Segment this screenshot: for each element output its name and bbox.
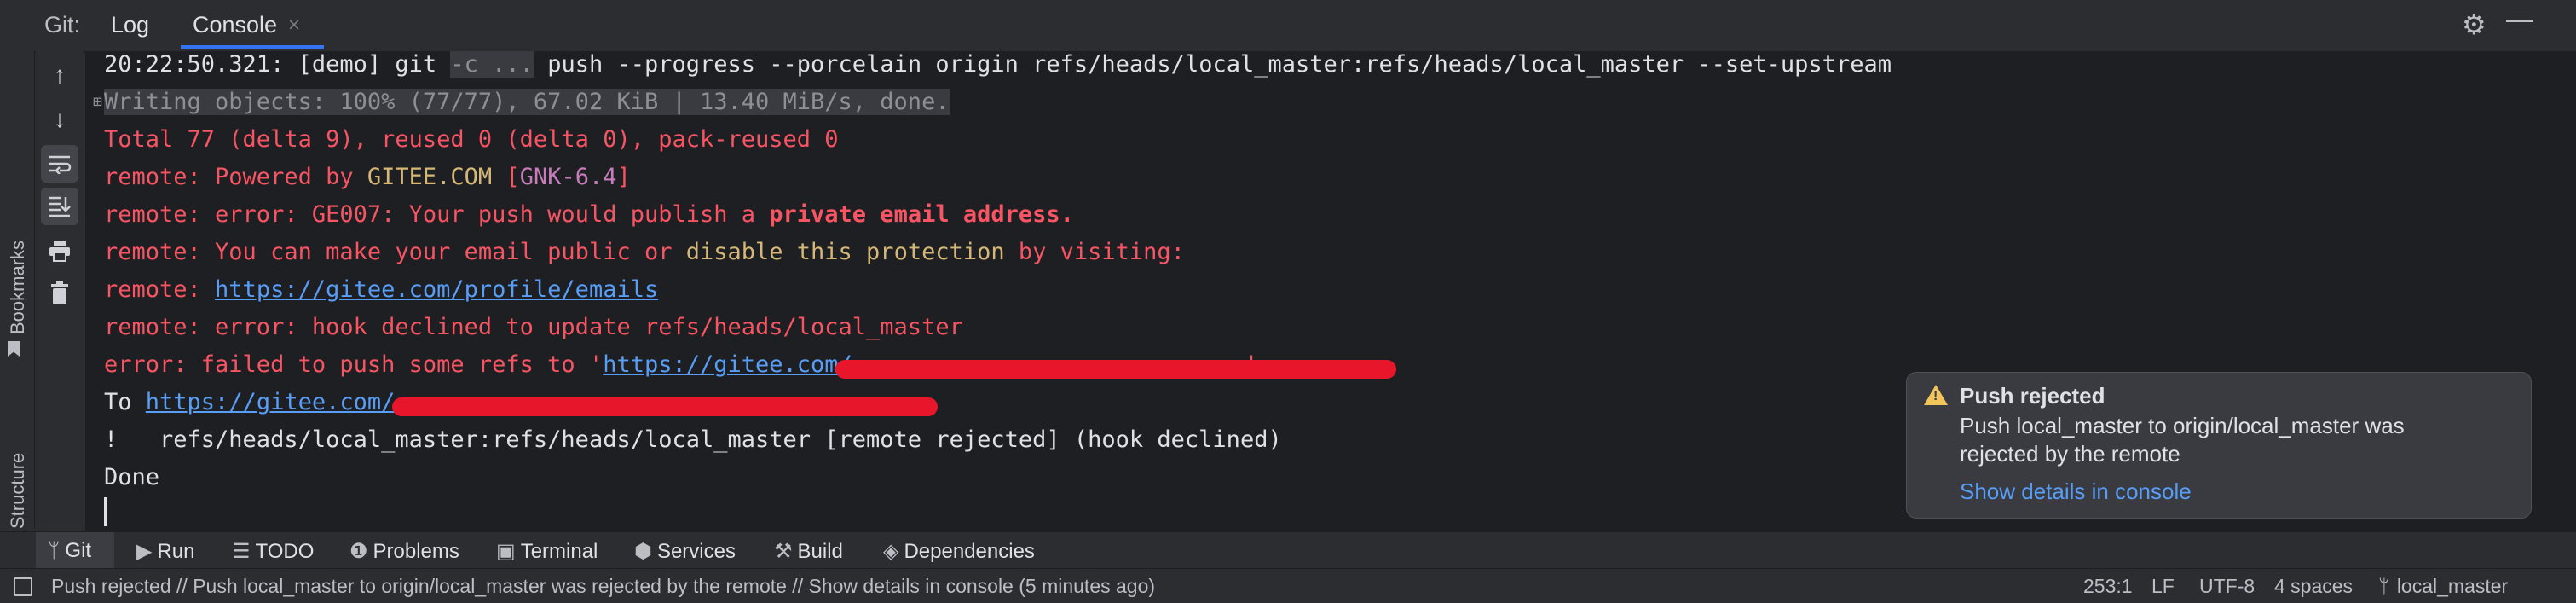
list-icon: ☰ <box>232 540 251 563</box>
console-toolbar: ↑ ↓ <box>36 51 84 529</box>
tool-window-bar: ᛘ Git ▶ Run ☰ TODO ❶ Problems ▣ Terminal ⬢ Ser… <box>0 531 2576 570</box>
terminal-icon: ▣ <box>496 540 516 563</box>
left-panel-strip: Bookmarks Structure <box>0 51 35 555</box>
console-line: Total 77 (delta 9), reused 0 (delta 0), … <box>104 126 839 153</box>
close-tab-icon[interactable]: × <box>288 14 300 38</box>
console-line: remote: error: GE007: Your push would pu… <box>104 201 1074 228</box>
expand-toggle-icon[interactable]: ⊞ <box>93 93 102 111</box>
minimize-icon[interactable]: — <box>2506 3 2533 35</box>
bookmarks-panel-label[interactable]: Bookmarks <box>7 241 29 334</box>
console-line: ⊞ Writing objects: 100% (77/77), 67.02 Ki… <box>93 89 950 115</box>
notification-title: Push rejected <box>1960 383 2105 409</box>
profile-emails-link[interactable]: https://gitee.com/profile/emails <box>215 276 658 303</box>
console-line: 20:22:50.321: [demo] git -c ... push --p… <box>104 51 1892 78</box>
tab-console[interactable]: Console <box>193 12 277 38</box>
console-line: remote: You can make your email public o… <box>104 239 1185 265</box>
warning-icon-mark: ! <box>1933 389 1938 403</box>
hammer-icon: ⚒ <box>774 540 793 563</box>
active-tab-indicator <box>181 45 324 49</box>
remote-repo-link[interactable]: https://gitee.com/ <box>603 351 852 378</box>
tool-tab-problems[interactable]: ❶ Problems <box>349 539 459 564</box>
indent-setting[interactable]: 4 spaces <box>2274 575 2353 598</box>
console-line: remote: error: hook declined to update r… <box>104 314 963 340</box>
tool-tab-todo[interactable]: ☰ TODO <box>232 539 314 564</box>
console-line: Done <box>104 464 160 490</box>
caret-position[interactable]: 253:1 <box>2083 575 2133 598</box>
tool-tab-build[interactable]: ⚒ Build <box>774 539 843 564</box>
status-panel-icon[interactable] <box>14 577 32 596</box>
tool-tab-services[interactable]: ⬢ Services <box>634 539 736 564</box>
console-line: remote: https://gitee.com/profile/emails <box>104 276 659 303</box>
console-line: remote: Powered by GITEE.COM [GNK-6.4] <box>104 164 631 190</box>
tool-tab-dependencies[interactable]: ◈ Dependencies <box>883 539 1035 564</box>
branch-widget[interactable]: ᛘ local_master <box>2378 575 2508 598</box>
layers-icon: ◈ <box>883 540 899 563</box>
notification-body: Push local_master to origin/local_master… <box>1960 413 2405 467</box>
tool-tab-run[interactable]: ▶ Run <box>136 539 195 564</box>
tool-tab-terminal[interactable]: ▣ Terminal <box>496 539 598 564</box>
git-branch-icon: ᛘ <box>48 539 61 562</box>
tool-tab-git[interactable]: ᛘ Git <box>48 539 91 563</box>
show-details-link[interactable]: Show details in console <box>1960 478 2192 505</box>
git-branch-icon: ᛘ <box>2378 575 2390 597</box>
play-icon: ▶ <box>136 540 153 563</box>
scroll-up-icon[interactable]: ↑ <box>41 56 78 94</box>
status-bar: Push rejected // Push local_master to or… <box>0 568 2576 603</box>
structure-panel-label[interactable]: Structure <box>7 453 29 529</box>
line-ending[interactable]: LF <box>2151 575 2175 598</box>
redaction-mark <box>392 397 938 416</box>
tool-window-header: Git: Log Console × ⚙ — <box>0 0 2576 53</box>
text-cursor <box>104 497 107 526</box>
services-icon: ⬢ <box>634 540 652 563</box>
soft-wrap-icon[interactable] <box>41 145 78 183</box>
console-line: ! refs/heads/local_master:refs/heads/loc… <box>104 426 1282 453</box>
push-rejected-notification[interactable]: ! Push rejected Push local_master to ori… <box>1906 372 2532 519</box>
scroll-down-icon[interactable]: ↓ <box>41 101 78 138</box>
trash-icon[interactable] <box>41 275 78 312</box>
tab-log[interactable]: Log <box>111 12 149 38</box>
bookmark-icon[interactable] <box>8 341 20 357</box>
remote-repo-link[interactable]: https://gitee.com/ <box>146 389 396 415</box>
scroll-to-end-icon[interactable] <box>41 188 78 225</box>
warning-icon: ❶ <box>349 540 368 563</box>
redaction-mark <box>835 360 1396 379</box>
print-icon[interactable] <box>41 232 78 270</box>
gear-icon[interactable]: ⚙ <box>2462 9 2486 41</box>
file-encoding[interactable]: UTF-8 <box>2199 575 2255 598</box>
tool-window-title: Git: <box>44 12 81 38</box>
status-message[interactable]: Push rejected // Push local_master to or… <box>51 575 1155 598</box>
